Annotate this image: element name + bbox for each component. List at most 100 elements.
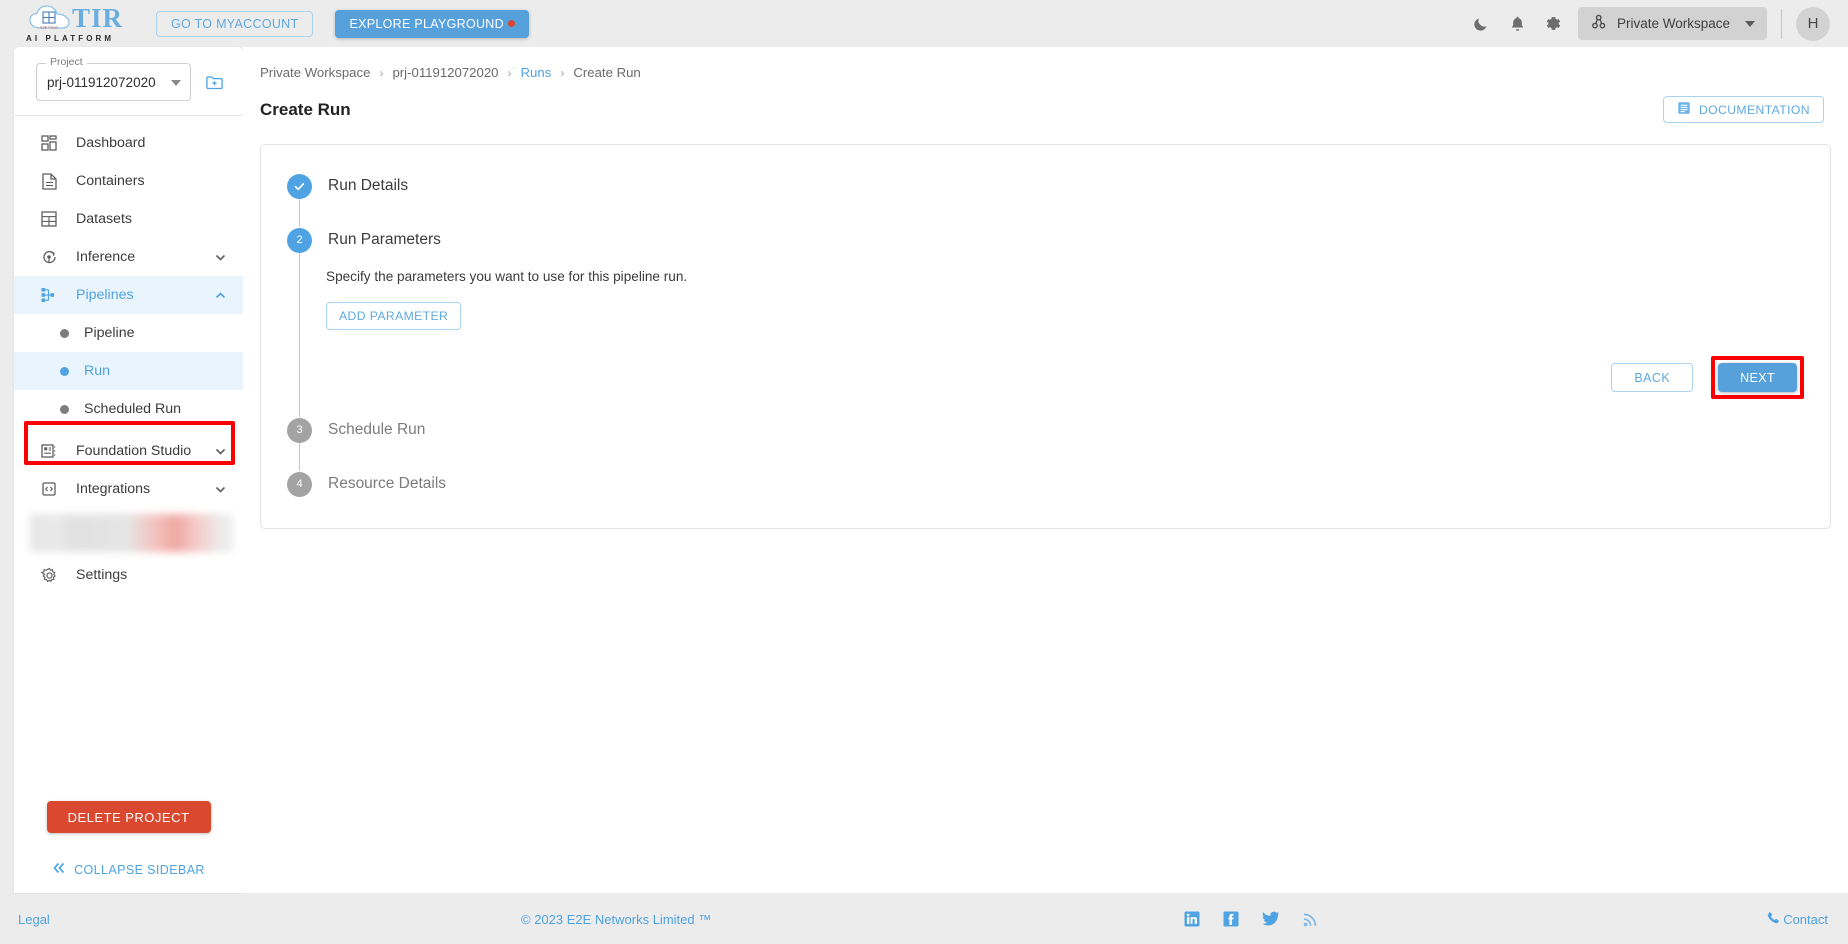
breadcrumb-item-runs[interactable]: Runs bbox=[521, 65, 552, 80]
chevron-down-icon bbox=[171, 80, 181, 86]
top-bar-right: Private Workspace H bbox=[1464, 6, 1830, 42]
chevron-down-icon bbox=[214, 251, 227, 264]
sidebar-subitem-label: Scheduled Run bbox=[84, 401, 182, 417]
sidebar-item-datasets[interactable]: Datasets bbox=[14, 200, 243, 238]
explore-playground-label: EXPLORE PLAYGROUND bbox=[349, 16, 504, 31]
breadcrumb-separator: › bbox=[560, 65, 565, 80]
go-to-myaccount-button[interactable]: GO TO MYACCOUNT bbox=[156, 10, 314, 37]
logo-text: TIR bbox=[71, 2, 123, 33]
svg-text:E2E Cloud: E2E Cloud bbox=[40, 25, 57, 29]
sidebar-item-pipelines[interactable]: Pipelines bbox=[14, 276, 243, 314]
step-description: Specify the parameters you want to use f… bbox=[326, 269, 688, 284]
facebook-icon[interactable] bbox=[1223, 911, 1239, 927]
chevron-down-icon bbox=[214, 483, 227, 496]
step-number-badge: 2 bbox=[287, 227, 312, 253]
workspace-icon bbox=[1590, 13, 1608, 34]
documentation-icon bbox=[1677, 101, 1691, 118]
sidebar-item-label: Pipelines bbox=[76, 287, 134, 303]
delete-project-row: DELETE PROJECT bbox=[14, 801, 243, 833]
recording-dot-icon bbox=[507, 20, 515, 27]
add-parameter-button[interactable]: ADD PARAMETER bbox=[326, 302, 462, 330]
step-label: Resource Details bbox=[328, 475, 447, 492]
sidebar-item-settings[interactable]: Settings bbox=[14, 556, 243, 594]
breadcrumb-item-project: prj-011912072020 bbox=[392, 65, 499, 80]
footer-legal-link[interactable]: Legal bbox=[18, 912, 50, 927]
breadcrumb-separator: › bbox=[507, 65, 512, 80]
step-run-parameters-body: Specify the parameters you want to use f… bbox=[299, 253, 1830, 417]
linkedin-icon[interactable] bbox=[1184, 911, 1200, 927]
project-select-label: Project bbox=[46, 56, 87, 68]
documentation-button[interactable]: DOCUMENTATION bbox=[1662, 96, 1824, 123]
step-label: Run Details bbox=[328, 177, 409, 194]
gear-icon bbox=[38, 567, 60, 584]
sidebar-item-label: Inference bbox=[76, 249, 136, 265]
project-select[interactable]: Project prj-011912072020 bbox=[36, 56, 191, 101]
dashboard-icon bbox=[38, 135, 60, 151]
bullet-icon bbox=[60, 366, 69, 376]
step-run-parameters[interactable]: 2 Run Parameters bbox=[287, 227, 1830, 253]
sidebar-item-label: Settings bbox=[76, 567, 128, 583]
project-selector-row: Project prj-011912072020 bbox=[14, 47, 243, 115]
redacted-sidebar-item[interactable] bbox=[30, 514, 233, 552]
step-connector bbox=[299, 199, 300, 227]
next-button[interactable]: NEXT bbox=[1718, 363, 1797, 392]
delete-project-button[interactable]: DELETE PROJECT bbox=[46, 801, 211, 833]
inference-icon bbox=[38, 249, 60, 265]
back-button[interactable]: BACK bbox=[1611, 363, 1694, 392]
step-connector bbox=[299, 443, 300, 471]
sidebar-item-inference[interactable]: Inference bbox=[14, 238, 243, 276]
step-run-details[interactable]: Run Details bbox=[287, 173, 1830, 199]
studio-icon bbox=[38, 443, 60, 459]
sidebar-item-label: Integrations bbox=[76, 481, 151, 497]
collapse-sidebar-button[interactable]: COLLAPSE SIDEBAR bbox=[14, 862, 243, 877]
footer-contact-link[interactable]: Contact bbox=[1766, 911, 1828, 928]
logo[interactable]: E2E Cloud TIR AI PLATFORM bbox=[24, 2, 128, 43]
sidebar-item-label: Containers bbox=[76, 173, 145, 189]
footer-social-links bbox=[1184, 911, 1318, 927]
chevron-down-icon bbox=[1745, 20, 1755, 27]
phone-icon bbox=[1766, 911, 1780, 928]
pipelines-icon bbox=[38, 287, 60, 303]
double-chevron-left-icon bbox=[52, 862, 66, 877]
explore-playground-button[interactable]: EXPLORE PLAYGROUND bbox=[335, 9, 529, 38]
sidebar-item-label: Datasets bbox=[76, 211, 132, 227]
sidebar-item-run[interactable]: Run bbox=[14, 352, 243, 390]
sidebar-subitem-label: Run bbox=[84, 363, 111, 379]
step-actions: BACK NEXT bbox=[326, 356, 1830, 399]
sidebar-item-foundation-studio[interactable]: Foundation Studio bbox=[14, 432, 243, 470]
logo-subtitle: AI PLATFORM bbox=[26, 33, 115, 43]
documentation-label: DOCUMENTATION bbox=[1698, 102, 1810, 117]
project-select-value: prj-011912072020 bbox=[47, 74, 156, 90]
step-check-icon bbox=[287, 173, 312, 199]
new-project-icon[interactable] bbox=[205, 73, 224, 92]
chevron-up-icon bbox=[214, 289, 227, 302]
bell-icon[interactable] bbox=[1500, 6, 1536, 42]
document-icon bbox=[38, 172, 60, 190]
sidebar: Project prj-011912072020 Dashboard Conta… bbox=[14, 47, 243, 893]
breadcrumb-item-create-run: Create Run bbox=[573, 65, 641, 80]
page-title: Create Run bbox=[260, 99, 351, 119]
cloud-logo-icon: E2E Cloud bbox=[29, 4, 71, 32]
sidebar-item-containers[interactable]: Containers bbox=[14, 162, 243, 200]
workspace-selector[interactable]: Private Workspace bbox=[1577, 7, 1767, 40]
rss-icon[interactable] bbox=[1303, 912, 1318, 927]
breadcrumb-item-workspace: Private Workspace bbox=[260, 65, 371, 80]
page-header: Create Run DOCUMENTATION bbox=[243, 80, 1848, 123]
main-content: Private Workspace › prj-011912072020 › R… bbox=[243, 47, 1848, 893]
sidebar-item-integrations[interactable]: Integrations bbox=[14, 470, 243, 508]
sidebar-item-dashboard[interactable]: Dashboard bbox=[14, 124, 243, 162]
step-schedule-run[interactable]: 3 Schedule Run bbox=[287, 417, 1830, 443]
sidebar-item-scheduled-run[interactable]: Scheduled Run bbox=[14, 390, 243, 428]
bullet-icon bbox=[60, 328, 69, 338]
next-button-highlight-box: NEXT bbox=[1711, 356, 1804, 399]
avatar[interactable]: H bbox=[1796, 6, 1830, 41]
grid-icon bbox=[38, 211, 60, 227]
footer-copyright: © 2023 E2E Networks Limited ™ bbox=[521, 911, 712, 927]
step-resource-details[interactable]: 4 Resource Details bbox=[287, 471, 1830, 497]
create-run-card: Run Details 2 Run Parameters Specify the… bbox=[260, 144, 1831, 529]
moon-icon[interactable] bbox=[1464, 6, 1500, 42]
twitter-icon[interactable] bbox=[1262, 911, 1280, 927]
sidebar-item-pipeline[interactable]: Pipeline bbox=[14, 314, 243, 352]
gear-icon[interactable] bbox=[1536, 6, 1572, 42]
bullet-icon bbox=[60, 404, 69, 414]
